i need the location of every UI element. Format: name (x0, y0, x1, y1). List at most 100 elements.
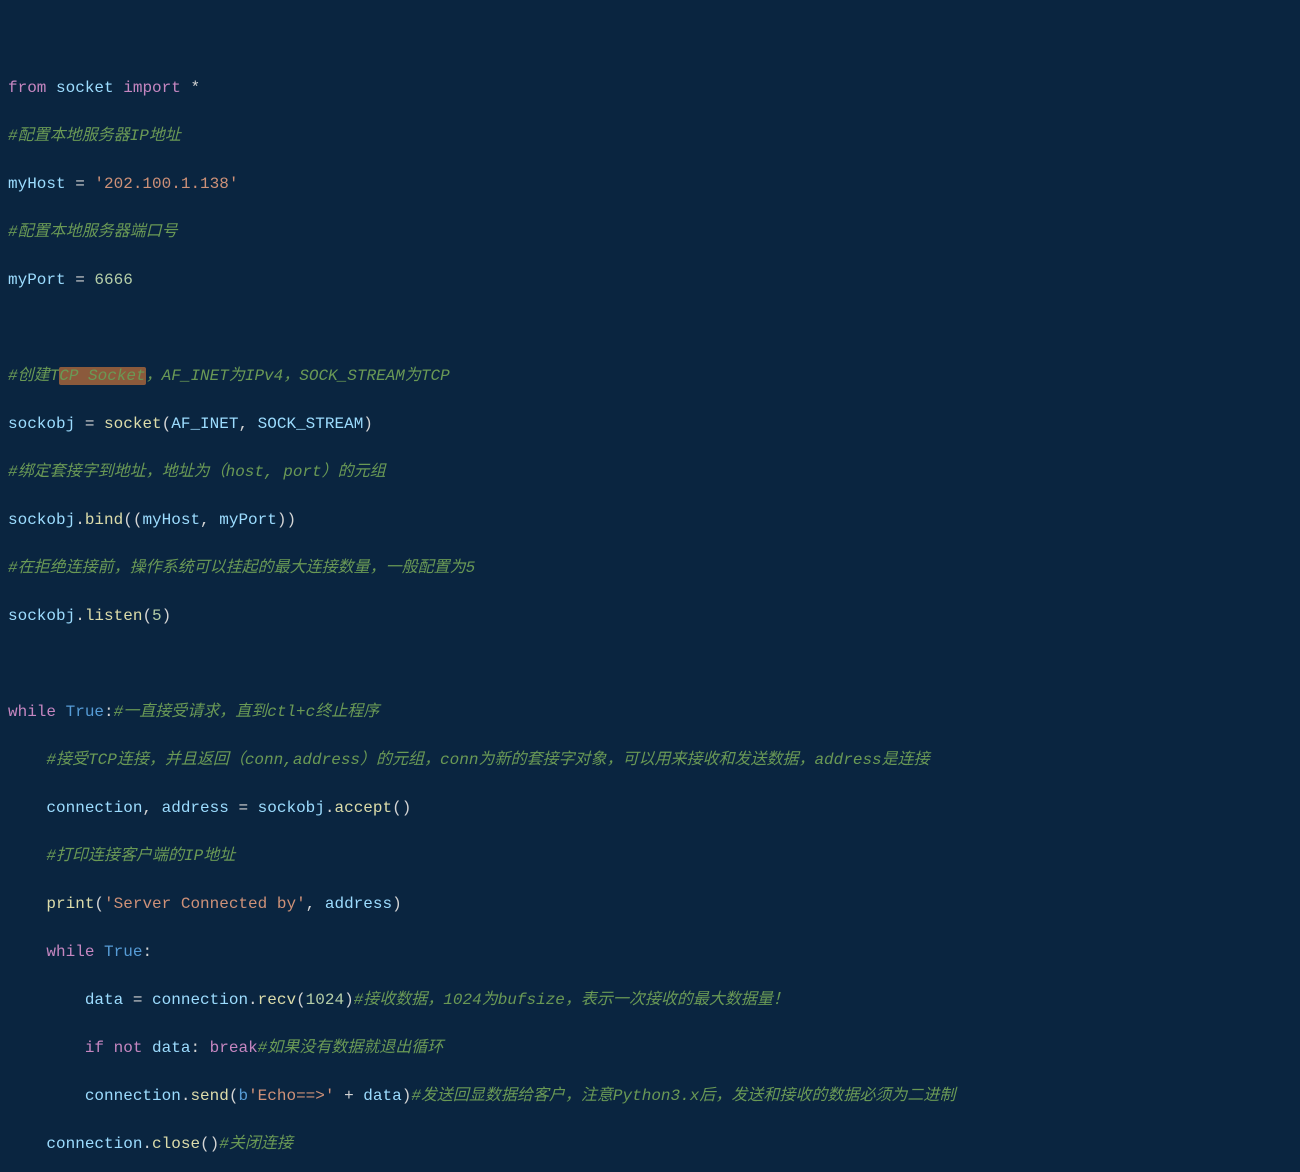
code-line-8: sockobj = socket(AF_INET, SOCK_STREAM) (8, 412, 1292, 436)
code-line-16: connection, address = sockobj.accept() (8, 796, 1292, 820)
code-line-3: myHost = '202.100.1.138' (8, 172, 1292, 196)
var-sockobj: sockobj (8, 607, 75, 625)
space (56, 703, 66, 721)
comment: #发送回显数据给客户，注意Python3.x后，发送和接收的数据必须为二进制 (411, 1087, 955, 1105)
fn-accept: accept (334, 799, 392, 817)
comma: , (306, 895, 325, 913)
dot: . (181, 1087, 191, 1105)
keyword-break: break (210, 1039, 258, 1057)
comment: #如果没有数据就退出循环 (258, 1039, 444, 1057)
indent (8, 799, 46, 817)
indent (8, 1135, 46, 1153)
var-myhost: myHost (8, 175, 66, 193)
arg-address: address (325, 895, 392, 913)
colon: : (190, 1039, 209, 1057)
space (114, 79, 124, 97)
var-data: data (152, 1039, 190, 1057)
code-line-13 (8, 652, 1292, 676)
number-literal: 1024 (306, 991, 344, 1009)
fn-send: send (190, 1087, 228, 1105)
assign-op: = (75, 415, 104, 433)
code-line-10: sockobj.bind((myHost, myPort)) (8, 508, 1292, 532)
code-line-20: data = connection.recv(1024)#接收数据，1024为b… (8, 988, 1292, 1012)
space (46, 79, 56, 97)
indent (8, 895, 46, 913)
var-address: address (162, 799, 229, 817)
code-line-19: while True: (8, 940, 1292, 964)
space (142, 1039, 152, 1057)
plus-op: + (334, 1087, 363, 1105)
import-star: * (190, 79, 200, 97)
keyword-if: if (85, 1039, 104, 1057)
comment: ，AF_INET为IPv4，SOCK_STREAM为TCP (146, 367, 450, 385)
var-connection: connection (85, 1087, 181, 1105)
dot: . (142, 1135, 152, 1153)
var-data: data (85, 991, 123, 1009)
code-line-6 (8, 316, 1292, 340)
paren-open: ( (296, 991, 306, 1009)
paren-close: ) (162, 607, 172, 625)
indent (8, 1039, 85, 1057)
var-connection: connection (152, 991, 248, 1009)
paren-open: (( (123, 511, 142, 529)
fn-recv: recv (258, 991, 296, 1009)
paren-close: )) (277, 511, 296, 529)
var-sockobj: sockobj (258, 799, 325, 817)
string-literal: 'Echo==>' (248, 1087, 334, 1105)
comment: #接受TCP连接，并且返回（conn,address）的元组，conn为新的套接… (46, 751, 929, 769)
keyword-while: while (8, 703, 56, 721)
space (181, 79, 191, 97)
arg-myport: myPort (219, 511, 277, 529)
dot: . (75, 511, 85, 529)
fn-print: print (46, 895, 94, 913)
var-sockobj: sockobj (8, 415, 75, 433)
arg-myhost: myHost (142, 511, 200, 529)
paren-open: ( (94, 895, 104, 913)
fn-listen: listen (85, 607, 143, 625)
comment: #绑定套接字到地址，地址为（host, port）的元组 (8, 463, 386, 481)
keyword-not: not (114, 1039, 143, 1057)
code-line-4: #配置本地服务器端口号 (8, 220, 1292, 244)
comment: #配置本地服务器端口号 (8, 223, 178, 241)
fn-socket: socket (104, 415, 162, 433)
assign-op: = (66, 271, 95, 289)
colon: : (104, 703, 114, 721)
code-line-9: #绑定套接字到地址，地址为（host, port）的元组 (8, 460, 1292, 484)
paren-close: ) (402, 1087, 412, 1105)
number-literal: 5 (152, 607, 162, 625)
comment: #打印连接客户端的IP地址 (46, 847, 235, 865)
paren-open: ( (162, 415, 172, 433)
indent (8, 943, 46, 961)
comment: #一直接受请求，直到ctl+c终止程序 (114, 703, 380, 721)
code-line-7: #创建TCP Socket，AF_INET为IPv4，SOCK_STREAM为T… (8, 364, 1292, 388)
comment: #关闭连接 (219, 1135, 293, 1153)
colon: : (142, 943, 152, 961)
comment: #在拒绝连接前，操作系统可以挂起的最大连接数量，一般配置为5 (8, 559, 475, 577)
assign-op: = (123, 991, 152, 1009)
string-literal: '202.100.1.138' (94, 175, 238, 193)
string-literal: 'Server Connected by' (104, 895, 306, 913)
const-true: True (66, 703, 104, 721)
module-name: socket (56, 79, 114, 97)
const-afinet: AF_INET (171, 415, 238, 433)
comma: , (200, 511, 219, 529)
space (94, 943, 104, 961)
code-line-21: if not data: break#如果没有数据就退出循环 (8, 1036, 1292, 1060)
comma: , (238, 415, 257, 433)
code-line-23: connection.close()#关闭连接 (8, 1132, 1292, 1156)
dot: . (248, 991, 258, 1009)
const-sockstream: SOCK_STREAM (258, 415, 364, 433)
paren-close: ) (344, 991, 354, 1009)
code-line-18: print('Server Connected by', address) (8, 892, 1292, 916)
indent (8, 991, 85, 1009)
assign-op: = (229, 799, 258, 817)
space (104, 1039, 114, 1057)
code-line-14: while True:#一直接受请求，直到ctl+c终止程序 (8, 700, 1292, 724)
var-connection: connection (46, 1135, 142, 1153)
keyword-from: from (8, 79, 46, 97)
comment: #创建T (8, 367, 59, 385)
fn-close: close (152, 1135, 200, 1153)
code-line-11: #在拒绝连接前，操作系统可以挂起的最大连接数量，一般配置为5 (8, 556, 1292, 580)
comment: #配置本地服务器IP地址 (8, 127, 181, 145)
selection-highlight[interactable]: CP Socket (59, 367, 145, 385)
